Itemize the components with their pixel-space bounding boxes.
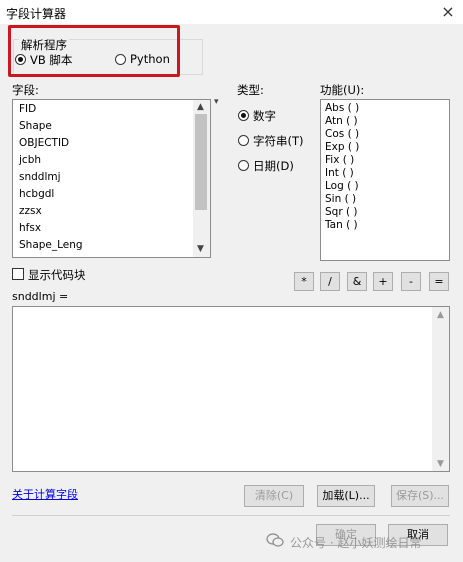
clear-button[interactable]: 清除(C) [244, 485, 304, 507]
function-item[interactable]: Fix ( ) [325, 154, 354, 166]
operator-divide-button[interactable]: / [320, 272, 340, 291]
show-codeblock-checkbox[interactable] [12, 268, 24, 280]
type-option-date-label: 日期(D) [253, 159, 294, 173]
fields-label: 字段: [12, 83, 39, 97]
functions-list[interactable]: Abs ( ) Atn ( ) Cos ( ) Exp ( ) Fix ( ) … [320, 99, 450, 261]
field-item[interactable]: Shape [19, 120, 52, 132]
expr-scroll-down-icon[interactable]: ▼ [437, 459, 444, 469]
save-button[interactable]: 保存(S)... [391, 485, 449, 507]
fields-list[interactable]: FID Shape OBJECTID jcbh snddlmj hcbgdl z… [12, 99, 211, 258]
operator-equals-button[interactable]: = [429, 272, 449, 291]
type-radio-date[interactable] [238, 160, 249, 171]
load-button[interactable]: 加载(L)... [317, 485, 375, 507]
type-option-number-label: 数字 [253, 109, 276, 123]
scroll-up-icon[interactable]: ▲ [197, 102, 204, 112]
operator-plus-button[interactable]: + [373, 272, 393, 291]
operator-minus-button[interactable]: - [401, 272, 421, 291]
operator-concat-button[interactable]: & [347, 272, 367, 291]
functions-label: 功能(U): [320, 83, 365, 97]
wechat-icon [266, 532, 284, 548]
function-item[interactable]: Int ( ) [325, 167, 354, 179]
scroll-down-icon[interactable]: ▼ [197, 244, 204, 254]
expression-scrollbar[interactable] [432, 307, 449, 471]
field-item[interactable]: hcbgdl [19, 188, 54, 200]
expression-label: snddlmj = [12, 290, 69, 303]
operator-multiply-button[interactable]: * [294, 272, 314, 291]
field-item[interactable]: OBJECTID [19, 137, 69, 149]
window-title: 字段计算器 [6, 7, 67, 21]
field-item[interactable]: FID [19, 103, 36, 115]
show-codeblock-label: 显示代码块 [28, 268, 86, 282]
expr-scroll-up-icon[interactable]: ▲ [437, 310, 444, 320]
field-item[interactable]: zzsx [19, 205, 42, 217]
watermark-text: 公众号 · 赵小妖测绘日常 [290, 536, 422, 550]
fields-dropdown-icon[interactable]: ▾ [214, 97, 219, 107]
type-radio-number[interactable] [238, 110, 249, 121]
separator [12, 515, 450, 516]
field-item[interactable]: Shape_Leng [19, 239, 83, 251]
function-item[interactable]: Atn ( ) [325, 115, 358, 127]
title-bar [0, 0, 463, 24]
parser-highlight-annotation [8, 25, 180, 77]
function-item[interactable]: Exp ( ) [325, 141, 359, 153]
type-radio-string[interactable] [238, 135, 249, 146]
field-item[interactable]: jcbh [19, 154, 41, 166]
function-item[interactable]: Abs ( ) [325, 102, 359, 114]
close-icon[interactable]: × [438, 2, 458, 22]
field-item[interactable]: snddlmj [19, 171, 61, 183]
about-calculate-field-link[interactable]: 关于计算字段 [12, 486, 78, 502]
function-item[interactable]: Sin ( ) [325, 193, 356, 205]
function-item[interactable]: Log ( ) [325, 180, 359, 192]
type-label: 类型: [237, 83, 264, 97]
expression-input[interactable] [12, 306, 450, 472]
type-option-string-label: 字符串(T) [253, 134, 304, 148]
function-item[interactable]: Cos ( ) [325, 128, 359, 140]
fields-scroll-thumb[interactable] [195, 114, 207, 210]
function-item[interactable]: Tan ( ) [325, 219, 358, 231]
field-item[interactable]: hfsx [19, 222, 41, 234]
function-item[interactable]: Sqr ( ) [325, 206, 358, 218]
